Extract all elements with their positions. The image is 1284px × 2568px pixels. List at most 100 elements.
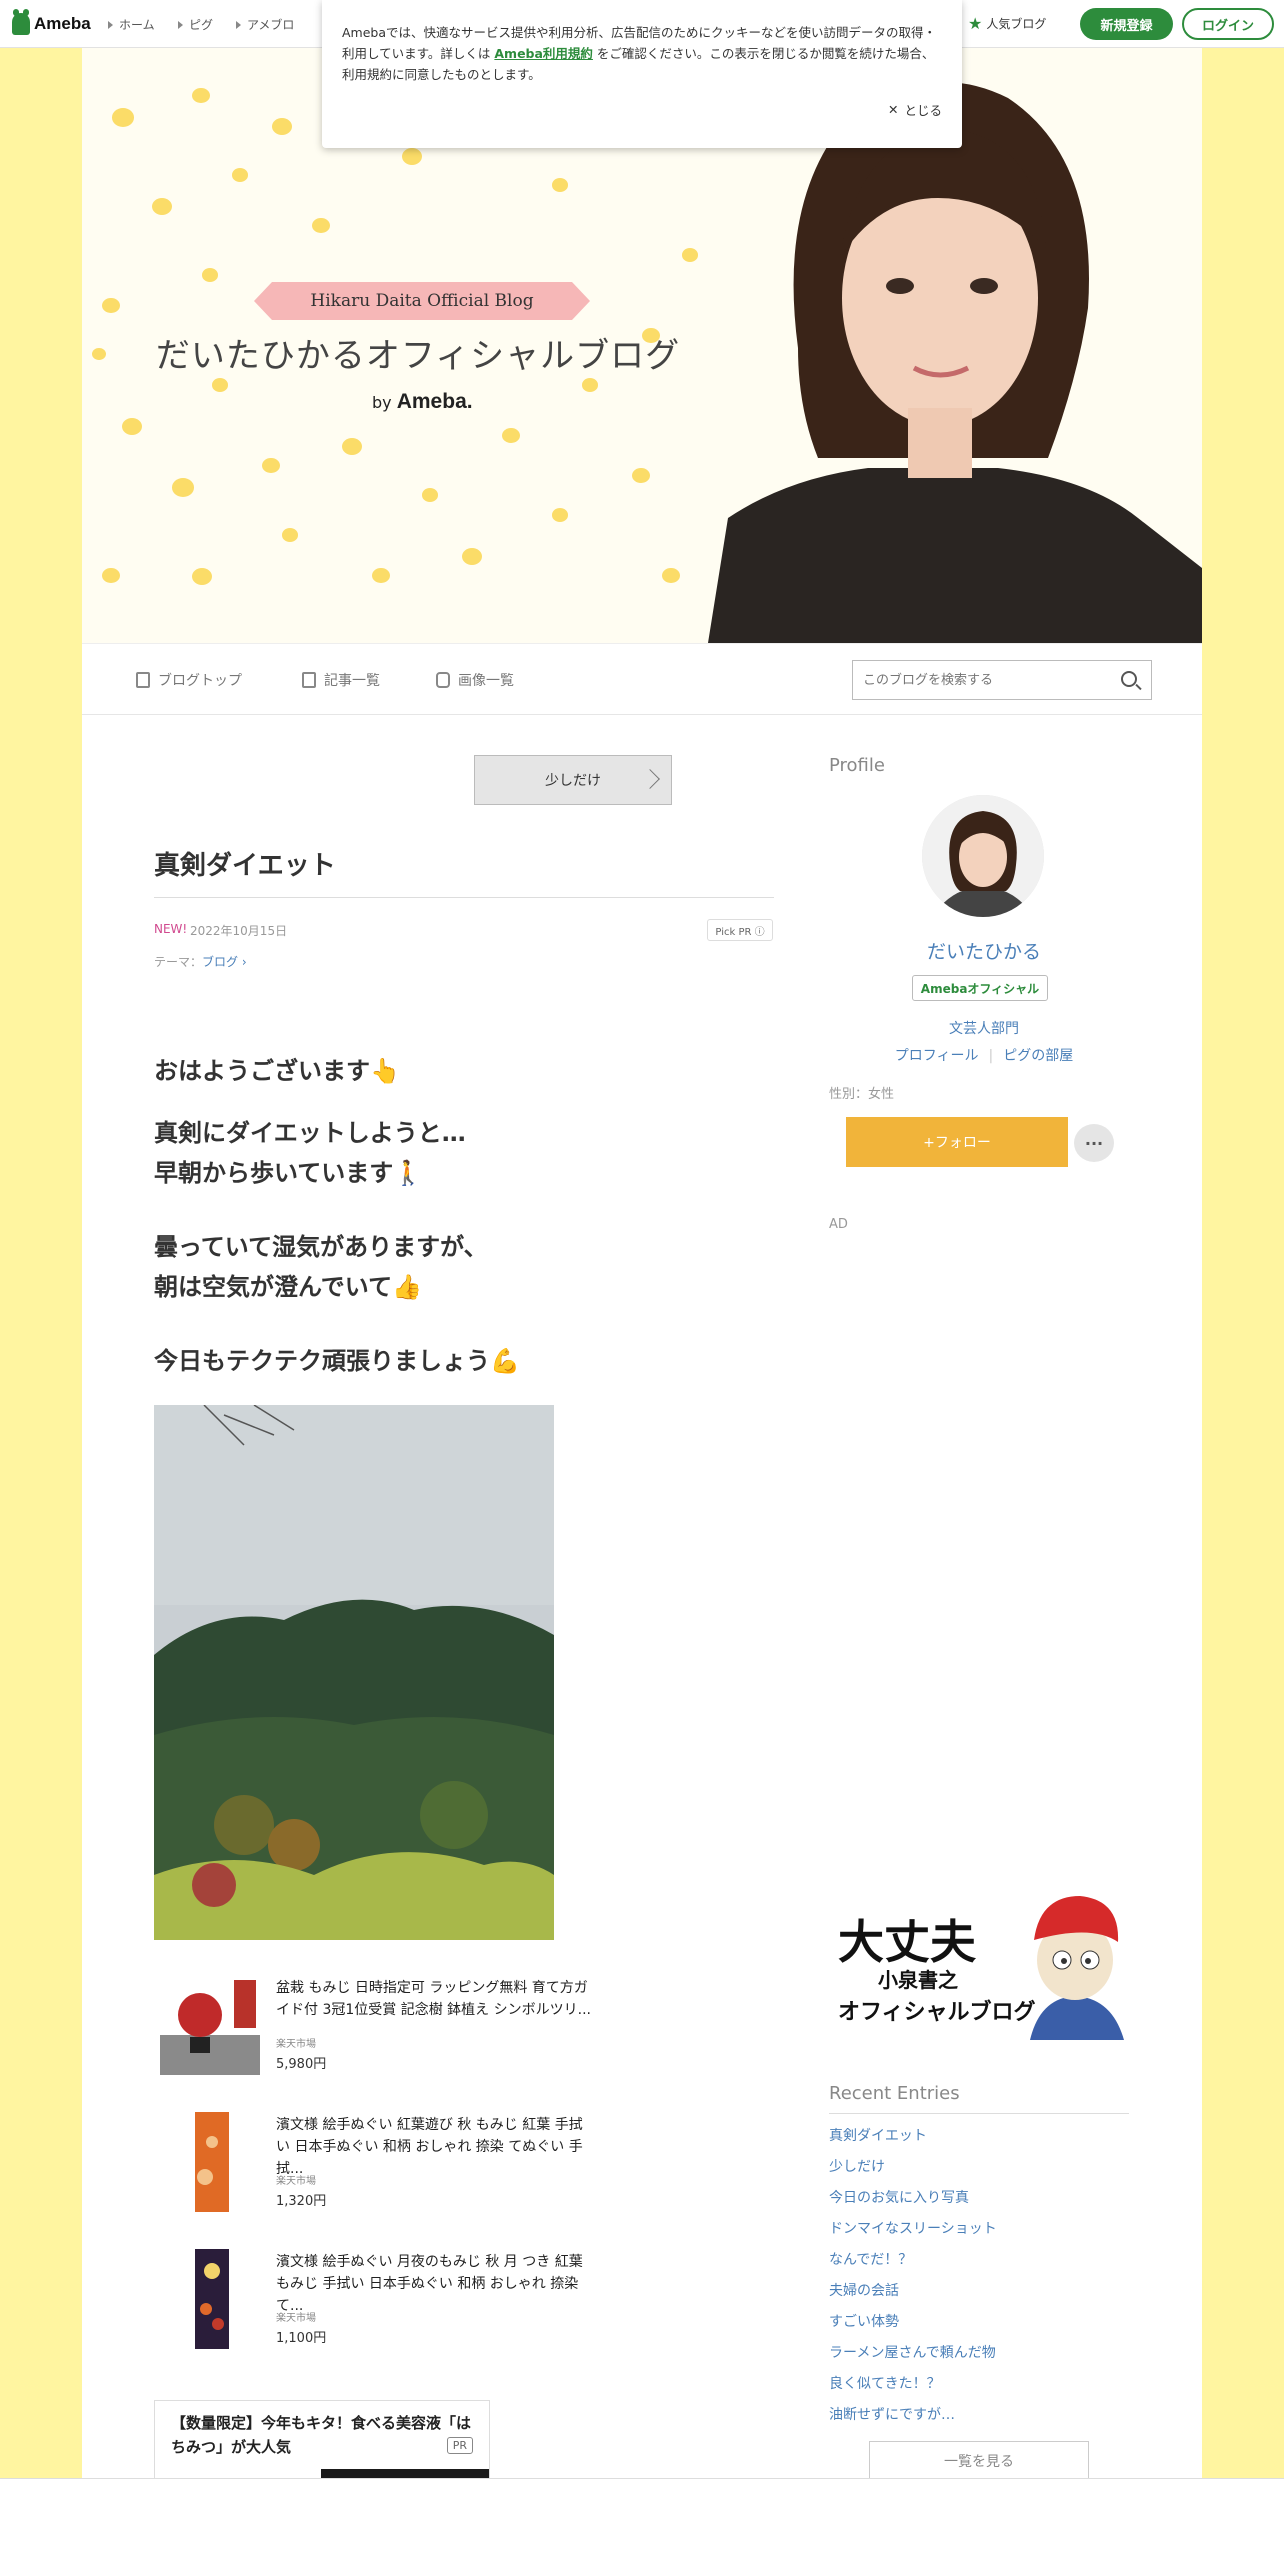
nav-entry-list[interactable]: 記事一覧: [302, 670, 380, 690]
profile-gender: 性別：女性: [829, 1087, 895, 1102]
product-card[interactable]: 盆栽 もみじ 日時指定可 ラッピング無料 育て方ガイド付 3冠1位受賞 記念樹 …: [160, 1975, 600, 2085]
polka-dot: [112, 108, 134, 127]
login-button[interactable]: ログイン: [1182, 8, 1274, 40]
by-text: by: [372, 393, 392, 412]
polka-dot: [102, 568, 120, 584]
product-price: 1,100円: [276, 2331, 327, 2346]
signup-button[interactable]: 新規登録: [1080, 8, 1173, 40]
recent-entry-link[interactable]: なんでだ！？: [829, 2249, 912, 2269]
recent-entry-link[interactable]: ドンマイなスリーショット: [829, 2218, 997, 2238]
polka-dot: [502, 428, 520, 444]
topnav-amebro[interactable]: アメブロ: [236, 16, 294, 33]
polka-dot: [92, 348, 106, 360]
polka-dot: [122, 418, 142, 435]
polka-dot: [372, 568, 390, 584]
topnav-pig-label: ピグ: [189, 18, 214, 32]
entry-theme: テーマ：ブログ ›: [154, 953, 247, 970]
profile-link[interactable]: プロフィール: [895, 1048, 979, 1064]
recent-entry-link[interactable]: ラーメン屋さんで頼んだ物: [829, 2342, 996, 2362]
polka-dot: [152, 198, 172, 215]
profile-category[interactable]: 文芸人部門: [829, 1018, 1139, 1038]
recent-entry-link[interactable]: 良く似てきた！？: [829, 2373, 941, 2393]
ameba-logo[interactable]: Ameba: [12, 9, 91, 36]
ribbon-label: Hikaru Daita Official Blog: [254, 282, 590, 320]
terms-link[interactable]: Ameba利用規約: [494, 46, 593, 61]
body-line: おはようございます👆: [154, 1057, 400, 1085]
profile-name[interactable]: だいたひかる: [829, 937, 1139, 964]
koizumi-blog-banner[interactable]: 大丈夫 小泉書之 オフィシャルブログ: [834, 1888, 1130, 2040]
polka-dot: [272, 118, 292, 135]
topnav-home[interactable]: ホーム: [108, 16, 155, 33]
cookie-close-button[interactable]: ✕ とじる: [888, 100, 942, 119]
product-price: 5,980円: [276, 2057, 327, 2072]
bottom-bar: [0, 2478, 1284, 2568]
star-icon: ★: [968, 14, 983, 33]
polka-dot: [462, 548, 482, 565]
polka-dot: [202, 268, 218, 282]
polka-dot: [552, 508, 568, 522]
prev-entry-button[interactable]: 少しだけ: [474, 755, 672, 805]
product-card[interactable]: 濱文様 絵手ぬぐい 月夜のもみじ 秋 月 つき 紅葉 もみじ 手拭い 日本手ぬぐ…: [160, 2249, 600, 2359]
polka-dot: [262, 458, 280, 474]
view-all-button[interactable]: 一覧を見る: [869, 2441, 1089, 2481]
recent-entry-link[interactable]: 少しだけ: [829, 2156, 885, 2176]
cookie-text: Amebaでは、快適なサービス提供や利用分析、広告配信のためにクッキーなどを使い…: [342, 22, 942, 85]
recent-entry-link[interactable]: すごい体勢: [829, 2311, 899, 2331]
polka-dot: [232, 168, 248, 182]
cartoon-character: [1030, 1896, 1124, 2040]
nav-image-list[interactable]: 画像一覧: [436, 670, 514, 690]
blog-title: だいたひかるオフィシャルブログ: [155, 336, 681, 376]
body-line: 曇っていて湿気がありますが、: [154, 1233, 488, 1261]
polka-dot: [192, 88, 210, 104]
polka-dot: [102, 298, 120, 314]
document-icon: [136, 672, 150, 688]
pick-pr-button[interactable]: Pick PR ⓘ: [707, 919, 773, 941]
camera-icon: [436, 672, 450, 688]
product-shop: 楽天市場: [276, 2176, 316, 2187]
product-card[interactable]: 濱文様 絵手ぬぐい 紅葉遊び 秋 もみじ 紅葉 手拭い 日本手ぬぐい 和柄 おし…: [160, 2112, 600, 2222]
blog-nav-bar: ブログトップ 記事一覧 画像一覧: [82, 643, 1202, 715]
polka-dot: [282, 528, 298, 542]
blog-search-input[interactable]: [863, 661, 1103, 699]
logo-text: Ameba: [34, 14, 91, 33]
banner-line: 小泉書之: [878, 1968, 958, 1992]
nav-blog-top-label: ブログトップ: [158, 673, 242, 689]
banner-line: 大丈夫: [838, 1915, 976, 1969]
polka-dot: [212, 378, 228, 392]
follow-button[interactable]: +フォロー: [846, 1117, 1068, 1167]
entry-date: 2022年10月15日: [190, 924, 288, 938]
nav-blog-top[interactable]: ブログトップ: [136, 670, 242, 690]
tenugui-thumbnail: [160, 2249, 260, 2349]
more-options-button[interactable]: ···: [1074, 1124, 1114, 1162]
search-icon[interactable]: [1121, 671, 1137, 687]
recent-entry-link[interactable]: 油断せずにですが…: [829, 2404, 955, 2424]
arrow-right-icon: [178, 20, 183, 29]
theme-link[interactable]: ブログ: [202, 955, 238, 969]
recent-entry-link[interactable]: 今日のお気に入り写真: [829, 2187, 969, 2207]
entry-title[interactable]: 真剣ダイエット: [154, 845, 336, 882]
product-name: 盆栽 もみじ 日時指定可 ラッピング無料 育て方ガイド付 3冠1位受賞 記念樹 …: [276, 1980, 591, 2018]
arrow-right-icon: [108, 20, 113, 29]
topnav-home-label: ホーム: [119, 18, 155, 32]
divider: [154, 897, 774, 898]
avatar[interactable]: [922, 795, 1044, 917]
polka-dot: [342, 438, 362, 455]
body-line: 今日もテクテク頑張りましょう💪: [154, 1347, 520, 1375]
entry-photo[interactable]: [154, 1405, 554, 1940]
product-price: 1,320円: [276, 2194, 327, 2209]
link-separator: |: [988, 1048, 994, 1064]
recent-entries-heading: Recent Entries: [829, 2083, 960, 2104]
body-line: 朝は空気が澄んでいて👍: [154, 1273, 422, 1301]
arrow-right-icon: [236, 20, 241, 29]
body-line: 真剣にダイエットしようと…: [154, 1119, 466, 1147]
ad-card[interactable]: 【数量限定】今年もキタ！食べる美容液「はちみつ」が大人気 PR: [154, 2400, 490, 2491]
polka-dot: [582, 378, 598, 392]
polka-dot: [312, 218, 330, 234]
topnav-pig[interactable]: ピグ: [178, 16, 213, 33]
by-ameba: by Ameba.: [372, 390, 473, 414]
recent-entry-link[interactable]: 夫婦の会話: [829, 2280, 899, 2300]
popular-blog-link[interactable]: ★ 人気ブログ: [968, 14, 1046, 33]
polka-dot: [552, 178, 568, 192]
pig-room-link[interactable]: ピグの部屋: [1003, 1048, 1073, 1064]
recent-entry-link[interactable]: 真剣ダイエット: [829, 2125, 927, 2145]
